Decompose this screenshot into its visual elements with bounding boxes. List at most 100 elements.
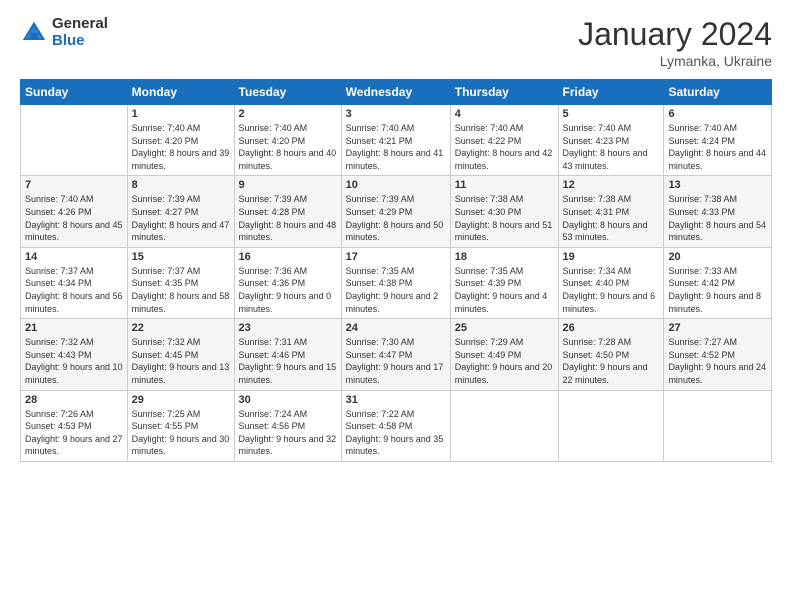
day-detail: Sunrise: 7:40 AMSunset: 4:22 PMDaylight:… <box>455 122 554 172</box>
day-number: 15 <box>132 251 230 263</box>
calendar-cell <box>450 390 558 461</box>
calendar-cell: 16Sunrise: 7:36 AMSunset: 4:36 PMDayligh… <box>234 247 341 318</box>
day-number: 3 <box>346 108 446 120</box>
day-detail: Sunrise: 7:34 AMSunset: 4:40 PMDaylight:… <box>563 265 660 315</box>
calendar-cell: 21 Sunrise: 7:32 AMSunset: 4:43 PMDayligh… <box>21 319 128 390</box>
day-number: 12 <box>563 179 660 191</box>
page: General Blue January 2024 Lymanka, Ukrai… <box>0 0 792 612</box>
logo-general-text: General <box>52 16 108 33</box>
calendar-cell: 19 Sunrise: 7:34 AMSunset: 4:40 PMDayligh… <box>558 247 664 318</box>
calendar-cell <box>558 390 664 461</box>
calendar-cell: 20Sunrise: 7:33 AMSunset: 4:42 PMDayligh… <box>664 247 772 318</box>
calendar-week-row: 1Sunrise: 7:40 AMSunset: 4:20 PMDaylight… <box>21 105 772 176</box>
calendar-day-header: Sunday <box>21 80 128 105</box>
day-detail: Sunrise: 7:40 AMSunset: 4:23 PMDaylight:… <box>563 122 660 172</box>
calendar-cell: 5Sunrise: 7:40 AMSunset: 4:23 PMDaylight… <box>558 105 664 176</box>
calendar-cell: 17Sunrise: 7:35 AMSunset: 4:38 PMDayligh… <box>341 247 450 318</box>
day-number: 10 <box>346 179 446 191</box>
location: Lymanka, Ukraine <box>578 53 772 69</box>
day-detail: Sunrise: 7:39 AMSunset: 4:28 PMDaylight:… <box>239 193 337 243</box>
calendar-cell: 31 Sunrise: 7:22 AMSunset: 4:58 PMDayligh… <box>341 390 450 461</box>
calendar-cell: 9Sunrise: 7:39 AMSunset: 4:28 PMDaylight… <box>234 176 341 247</box>
calendar-day-header: Wednesday <box>341 80 450 105</box>
day-detail: Sunrise: 7:37 AMSunset: 4:34 PMDaylight:… <box>25 265 123 315</box>
day-detail: Sunrise: 7:33 AMSunset: 4:42 PMDaylight:… <box>668 265 767 315</box>
day-detail: Sunrise: 7:39 AMSunset: 4:27 PMDaylight:… <box>132 193 230 243</box>
day-detail: Sunrise: 7:27 AMSunset: 4:52 PMDaylight:… <box>668 336 767 386</box>
calendar-cell: 8 Sunrise: 7:39 AMSunset: 4:27 PMDaylight… <box>127 176 234 247</box>
day-number: 25 <box>455 322 554 334</box>
day-number: 17 <box>346 251 446 263</box>
calendar-cell: 26 Sunrise: 7:28 AMSunset: 4:50 PMDayligh… <box>558 319 664 390</box>
calendar-cell <box>664 390 772 461</box>
month-title: January 2024 <box>578 16 772 53</box>
calendar-day-header: Tuesday <box>234 80 341 105</box>
calendar-cell: 3 Sunrise: 7:40 AMSunset: 4:21 PMDaylight… <box>341 105 450 176</box>
day-detail: Sunrise: 7:31 AMSunset: 4:46 PMDaylight:… <box>239 336 337 386</box>
day-detail: Sunrise: 7:40 AMSunset: 4:24 PMDaylight:… <box>668 122 767 172</box>
calendar-week-row: 21 Sunrise: 7:32 AMSunset: 4:43 PMDayligh… <box>21 319 772 390</box>
calendar-cell: 25Sunrise: 7:29 AMSunset: 4:49 PMDayligh… <box>450 319 558 390</box>
day-detail: Sunrise: 7:24 AMSunset: 4:56 PMDaylight:… <box>239 408 337 458</box>
day-number: 11 <box>455 179 554 191</box>
calendar-cell: 10 Sunrise: 7:39 AMSunset: 4:29 PMDayligh… <box>341 176 450 247</box>
day-detail: Sunrise: 7:39 AMSunset: 4:29 PMDaylight:… <box>346 193 446 243</box>
logo-text: General Blue <box>52 16 108 49</box>
day-number: 18 <box>455 251 554 263</box>
calendar-day-header: Friday <box>558 80 664 105</box>
day-detail: Sunrise: 7:25 AMSunset: 4:55 PMDaylight:… <box>132 408 230 458</box>
day-detail: Sunrise: 7:40 AMSunset: 4:26 PMDaylight:… <box>25 193 123 243</box>
calendar-cell: 14 Sunrise: 7:37 AMSunset: 4:34 PMDayligh… <box>21 247 128 318</box>
day-number: 26 <box>563 322 660 334</box>
calendar-cell: 12Sunrise: 7:38 AMSunset: 4:31 PMDayligh… <box>558 176 664 247</box>
calendar-cell: 6 Sunrise: 7:40 AMSunset: 4:24 PMDaylight… <box>664 105 772 176</box>
calendar-day-header: Thursday <box>450 80 558 105</box>
calendar: SundayMondayTuesdayWednesdayThursdayFrid… <box>20 79 772 462</box>
day-number: 19 <box>563 251 660 263</box>
day-number: 6 <box>668 108 767 120</box>
title-block: January 2024 Lymanka, Ukraine <box>578 16 772 69</box>
day-detail: Sunrise: 7:22 AMSunset: 4:58 PMDaylight:… <box>346 408 446 458</box>
day-number: 22 <box>132 322 230 334</box>
calendar-cell: 7Sunrise: 7:40 AMSunset: 4:26 PMDaylight… <box>21 176 128 247</box>
calendar-cell: 28Sunrise: 7:26 AMSunset: 4:53 PMDayligh… <box>21 390 128 461</box>
logo-blue-text: Blue <box>52 33 108 50</box>
calendar-cell: 15 Sunrise: 7:37 AMSunset: 4:35 PMDayligh… <box>127 247 234 318</box>
calendar-cell: 13 Sunrise: 7:38 AMSunset: 4:33 PMDayligh… <box>664 176 772 247</box>
calendar-header-row: SundayMondayTuesdayWednesdayThursdayFrid… <box>21 80 772 105</box>
day-detail: Sunrise: 7:38 AMSunset: 4:30 PMDaylight:… <box>455 193 554 243</box>
day-detail: Sunrise: 7:37 AMSunset: 4:35 PMDaylight:… <box>132 265 230 315</box>
day-detail: Sunrise: 7:28 AMSunset: 4:50 PMDaylight:… <box>563 336 660 386</box>
day-detail: Sunrise: 7:35 AMSunset: 4:39 PMDaylight:… <box>455 265 554 315</box>
day-number: 27 <box>668 322 767 334</box>
calendar-cell: 11 Sunrise: 7:38 AMSunset: 4:30 PMDayligh… <box>450 176 558 247</box>
logo-icon <box>20 19 48 47</box>
day-detail: Sunrise: 7:40 AMSunset: 4:21 PMDaylight:… <box>346 122 446 172</box>
day-detail: Sunrise: 7:32 AMSunset: 4:45 PMDaylight:… <box>132 336 230 386</box>
day-detail: Sunrise: 7:40 AMSunset: 4:20 PMDaylight:… <box>132 122 230 172</box>
calendar-week-row: 7Sunrise: 7:40 AMSunset: 4:26 PMDaylight… <box>21 176 772 247</box>
day-detail: Sunrise: 7:32 AMSunset: 4:43 PMDaylight:… <box>25 336 123 386</box>
calendar-cell: 2Sunrise: 7:40 AMSunset: 4:20 PMDaylight… <box>234 105 341 176</box>
calendar-day-header: Saturday <box>664 80 772 105</box>
day-detail: Sunrise: 7:30 AMSunset: 4:47 PMDaylight:… <box>346 336 446 386</box>
day-number: 14 <box>25 251 123 263</box>
day-detail: Sunrise: 7:38 AMSunset: 4:33 PMDaylight:… <box>668 193 767 243</box>
calendar-cell: 30Sunrise: 7:24 AMSunset: 4:56 PMDayligh… <box>234 390 341 461</box>
day-detail: Sunrise: 7:26 AMSunset: 4:53 PMDaylight:… <box>25 408 123 458</box>
day-number: 21 <box>25 322 123 334</box>
calendar-cell: 29Sunrise: 7:25 AMSunset: 4:55 PMDayligh… <box>127 390 234 461</box>
day-number: 13 <box>668 179 767 191</box>
day-number: 2 <box>239 108 337 120</box>
calendar-cell: 22 Sunrise: 7:32 AMSunset: 4:45 PMDayligh… <box>127 319 234 390</box>
calendar-week-row: 28Sunrise: 7:26 AMSunset: 4:53 PMDayligh… <box>21 390 772 461</box>
calendar-cell: 23 Sunrise: 7:31 AMSunset: 4:46 PMDayligh… <box>234 319 341 390</box>
header: General Blue January 2024 Lymanka, Ukrai… <box>20 16 772 69</box>
calendar-cell <box>21 105 128 176</box>
calendar-day-header: Monday <box>127 80 234 105</box>
calendar-cell: 27 Sunrise: 7:27 AMSunset: 4:52 PMDayligh… <box>664 319 772 390</box>
day-number: 23 <box>239 322 337 334</box>
day-number: 8 <box>132 179 230 191</box>
calendar-cell: 24Sunrise: 7:30 AMSunset: 4:47 PMDayligh… <box>341 319 450 390</box>
day-number: 31 <box>346 394 446 406</box>
